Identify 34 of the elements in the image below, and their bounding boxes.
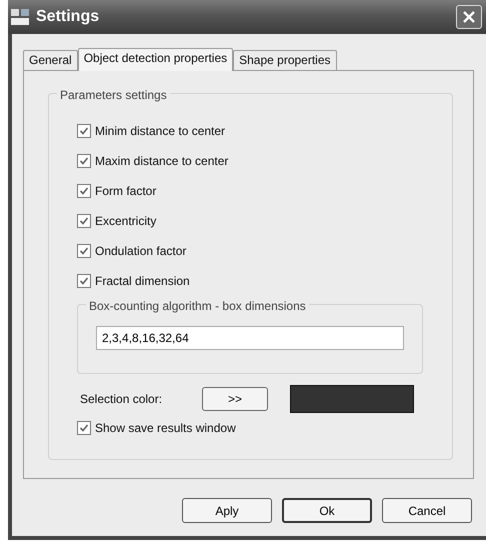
pick-color-button[interactable]: >>	[202, 387, 268, 411]
check-icon	[79, 246, 89, 256]
dialog-button[interactable]: Ok	[282, 498, 372, 523]
checkbox-label: Show save results window	[95, 420, 236, 437]
checkbox-label: Form factor	[95, 183, 156, 200]
checkbox-label: Ondulation factor	[95, 243, 186, 260]
checkbox[interactable]	[77, 421, 91, 435]
check-icon	[79, 156, 89, 166]
checkbox-label: Excentricity	[95, 213, 156, 230]
check-icon	[79, 126, 89, 136]
checkbox-label: Minim distance to center	[95, 123, 226, 140]
close-icon	[462, 10, 476, 24]
checkbox[interactable]	[77, 124, 91, 138]
check-icon	[79, 276, 89, 286]
checkbox[interactable]	[77, 154, 91, 168]
input-field[interactable]: 2,3,4,8,16,32,64	[96, 326, 404, 350]
app-icon	[10, 8, 30, 26]
tab[interactable]: Shape properties	[233, 50, 337, 70]
selection-color-label: Selection color:	[80, 391, 162, 408]
window-title: Settings	[36, 7, 100, 27]
checkbox[interactable]	[77, 184, 91, 198]
dialog-button[interactable]: Aply	[182, 498, 272, 523]
dialog-button[interactable]: Cancel	[382, 498, 472, 523]
checkbox-label: Fractal dimension	[95, 273, 190, 290]
tab[interactable]: General	[23, 50, 78, 70]
checkbox[interactable]	[77, 244, 91, 258]
checkbox[interactable]	[77, 214, 91, 228]
check-icon	[79, 186, 89, 196]
check-icon	[79, 216, 89, 226]
checkbox[interactable]	[77, 274, 91, 288]
check-icon	[79, 423, 89, 433]
tab[interactable]: Object detection properties	[78, 48, 234, 71]
checkbox-label: Maxim distance to center	[95, 153, 228, 170]
close-button[interactable]	[456, 5, 482, 29]
